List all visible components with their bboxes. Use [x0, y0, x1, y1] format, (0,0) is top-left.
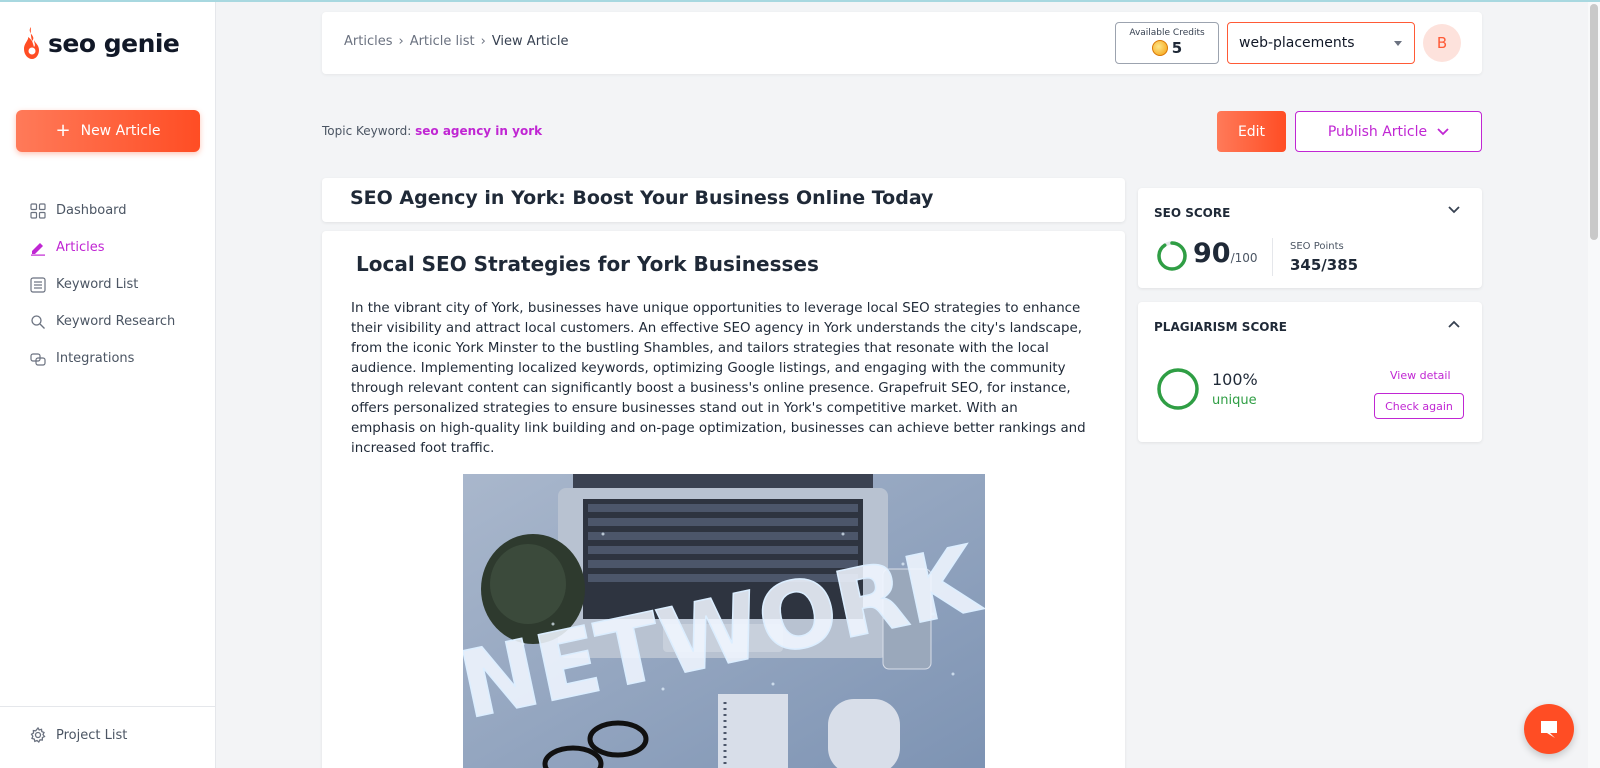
chat-bubble-icon: [1541, 721, 1557, 738]
plagiarism-percent: 100%: [1212, 370, 1258, 389]
seo-score-value: 90: [1193, 238, 1231, 269]
gear-icon: [30, 727, 46, 743]
search-icon: [31, 314, 45, 329]
new-article-button[interactable]: + New Article: [16, 110, 200, 152]
topic-keyword: Topic Keyword: seo agency in york: [322, 124, 542, 138]
top-border: [0, 0, 1600, 2]
dashboard-icon: [30, 202, 46, 219]
breadcrumb-articles[interactable]: Articles: [344, 34, 392, 49]
credits-box: Available Credits 5: [1115, 22, 1219, 64]
integrations-icon: [30, 352, 46, 366]
breadcrumb-current: View Article: [491, 34, 569, 49]
sidebar-item-keyword-list[interactable]: Keyword List: [30, 266, 175, 303]
check-again-button[interactable]: Check again: [1374, 393, 1464, 419]
sidebar-item-label: Integrations: [56, 351, 135, 366]
topic-keyword-label: Topic Keyword:: [322, 124, 412, 138]
sidebar-item-articles[interactable]: Articles: [30, 229, 175, 266]
section-heading: Local SEO Strategies for York Businesses: [356, 252, 819, 276]
seo-score-title: SEO SCORE: [1154, 206, 1231, 220]
article-paragraph: In the vibrant city of York, businesses …: [351, 301, 1086, 456]
edit-button[interactable]: Edit: [1217, 111, 1286, 152]
avatar[interactable]: B: [1423, 24, 1461, 62]
logo[interactable]: seo genie: [22, 26, 180, 60]
view-detail-link[interactable]: View detail: [1390, 369, 1451, 382]
divider: [1272, 238, 1273, 276]
sidebar-footer: Project List: [0, 706, 216, 768]
plagiarism-score-card: PLAGIARISM SCORE 100% unique View detail…: [1138, 302, 1482, 442]
seo-points-label: SEO Points: [1290, 241, 1344, 252]
sidebar-item-keyword-research[interactable]: Keyword Research: [30, 303, 175, 340]
project-list-link[interactable]: Project List: [30, 727, 127, 743]
caret-down-icon: [1394, 41, 1402, 46]
sidebar: seo genie + New Article Dashboard Articl…: [0, 2, 216, 768]
plagiarism-status: unique: [1212, 393, 1257, 408]
chevron-right-icon: ›: [480, 34, 486, 49]
seo-points-value: 345/385: [1290, 256, 1359, 274]
project-select-value: web-placements: [1239, 35, 1355, 51]
coin-icon: [1151, 40, 1168, 56]
seo-score-value-block: 90/100: [1193, 238, 1258, 269]
sidebar-item-label: Keyword List: [56, 277, 139, 292]
chevron-down-icon[interactable]: [1448, 206, 1460, 214]
plus-icon: +: [55, 120, 71, 141]
plagiarism-ring: [1157, 368, 1199, 410]
article-title-card: SEO Agency in York: Boost Your Business …: [322, 178, 1125, 222]
seo-score-ring: [1157, 241, 1187, 271]
flame-logo-icon: [24, 27, 39, 59]
chevron-right-icon: ›: [398, 34, 404, 49]
breadcrumb-article-list[interactable]: Article list: [410, 34, 475, 49]
article-body-card: Local SEO Strategies for York Businesses…: [322, 231, 1125, 768]
credits-label: Available Credits: [1129, 28, 1205, 38]
list-icon: [30, 276, 46, 293]
seo-score-max: /100: [1230, 251, 1258, 265]
plagiarism-score-title: PLAGIARISM SCORE: [1154, 320, 1287, 334]
seo-score-card: SEO SCORE 90/100 SEO Points 345/385: [1138, 188, 1482, 288]
chat-widget-button[interactable]: [1524, 704, 1574, 754]
sidebar-item-label: Articles: [56, 240, 105, 255]
chevron-down-icon: [1437, 127, 1449, 135]
sidebar-item-dashboard[interactable]: Dashboard: [30, 192, 175, 229]
article-title: SEO Agency in York: Boost Your Business …: [350, 187, 934, 209]
sidebar-nav: Dashboard Articles Keyword List Keyword …: [30, 192, 175, 377]
breadcrumb: Articles › Article list › View Article: [344, 34, 569, 49]
scrollbar-thumb[interactable]: [1590, 4, 1598, 240]
sidebar-item-integrations[interactable]: Integrations: [30, 340, 175, 377]
article-image: NETWORK: [463, 474, 985, 768]
logo-text: seo genie: [48, 28, 180, 58]
pencil-icon: [31, 242, 45, 256]
publish-article-label: Publish Article: [1327, 123, 1428, 140]
credits-value: 5: [1171, 39, 1183, 57]
credits-value-row: 5: [1116, 39, 1218, 57]
new-article-label: New Article: [80, 123, 161, 139]
top-header: Articles › Article list › View Article A…: [322, 12, 1482, 74]
sidebar-item-label: Keyword Research: [56, 314, 176, 329]
sidebar-item-label: Dashboard: [56, 203, 127, 218]
publish-article-button[interactable]: Publish Article: [1295, 111, 1482, 152]
project-list-label: Project List: [56, 727, 128, 743]
topic-keyword-value: seo agency in york: [415, 124, 543, 138]
network-illustration: NETWORK: [463, 474, 985, 768]
chevron-up-icon[interactable]: [1448, 320, 1460, 328]
project-select[interactable]: web-placements: [1227, 22, 1415, 64]
